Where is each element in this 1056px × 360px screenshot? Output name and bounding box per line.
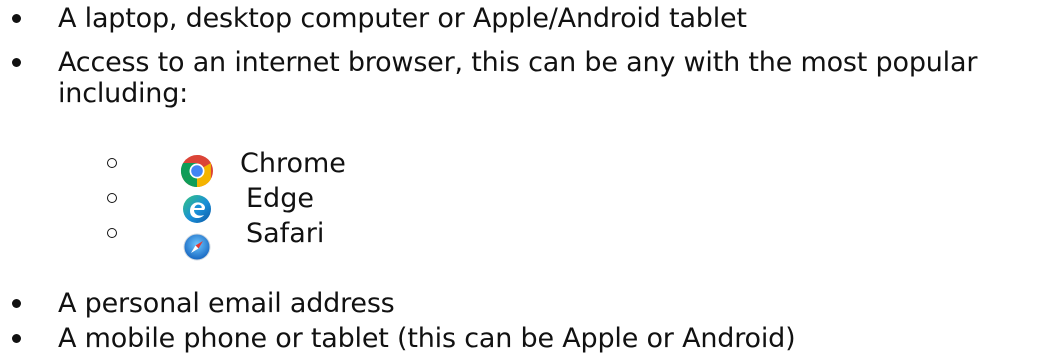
bullet-dot (12, 299, 21, 308)
bullet-text: A laptop, desktop computer or Apple/Andr… (58, 3, 747, 34)
browser-label: Safari (246, 218, 325, 249)
requirements-document: A laptop, desktop computer or Apple/Andr… (0, 0, 1056, 360)
bullet-dot (12, 334, 21, 343)
bullet-text: A mobile phone or tablet (this can be Ap… (58, 323, 796, 354)
bullet-text: Access to an internet browser, this can … (58, 47, 978, 78)
bullet-text: A personal email address (58, 288, 395, 319)
sub-bullet-circle (107, 158, 117, 168)
bullet-continuation-text: including: (58, 78, 189, 109)
chrome-icon (180, 154, 213, 188)
sub-bullet-circle (107, 228, 117, 238)
browser-label: Edge (246, 183, 314, 214)
bullet-dot (12, 58, 21, 67)
bullet-dot (12, 14, 21, 23)
safari-icon (183, 233, 211, 261)
sub-bullet-circle (107, 193, 117, 203)
sub-list-item-chrome: Chrome (0, 148, 600, 188)
browser-label: Chrome (240, 148, 346, 179)
sub-list-item-safari: Safari (0, 218, 600, 261)
sub-list-item-edge: Edge (0, 183, 600, 223)
